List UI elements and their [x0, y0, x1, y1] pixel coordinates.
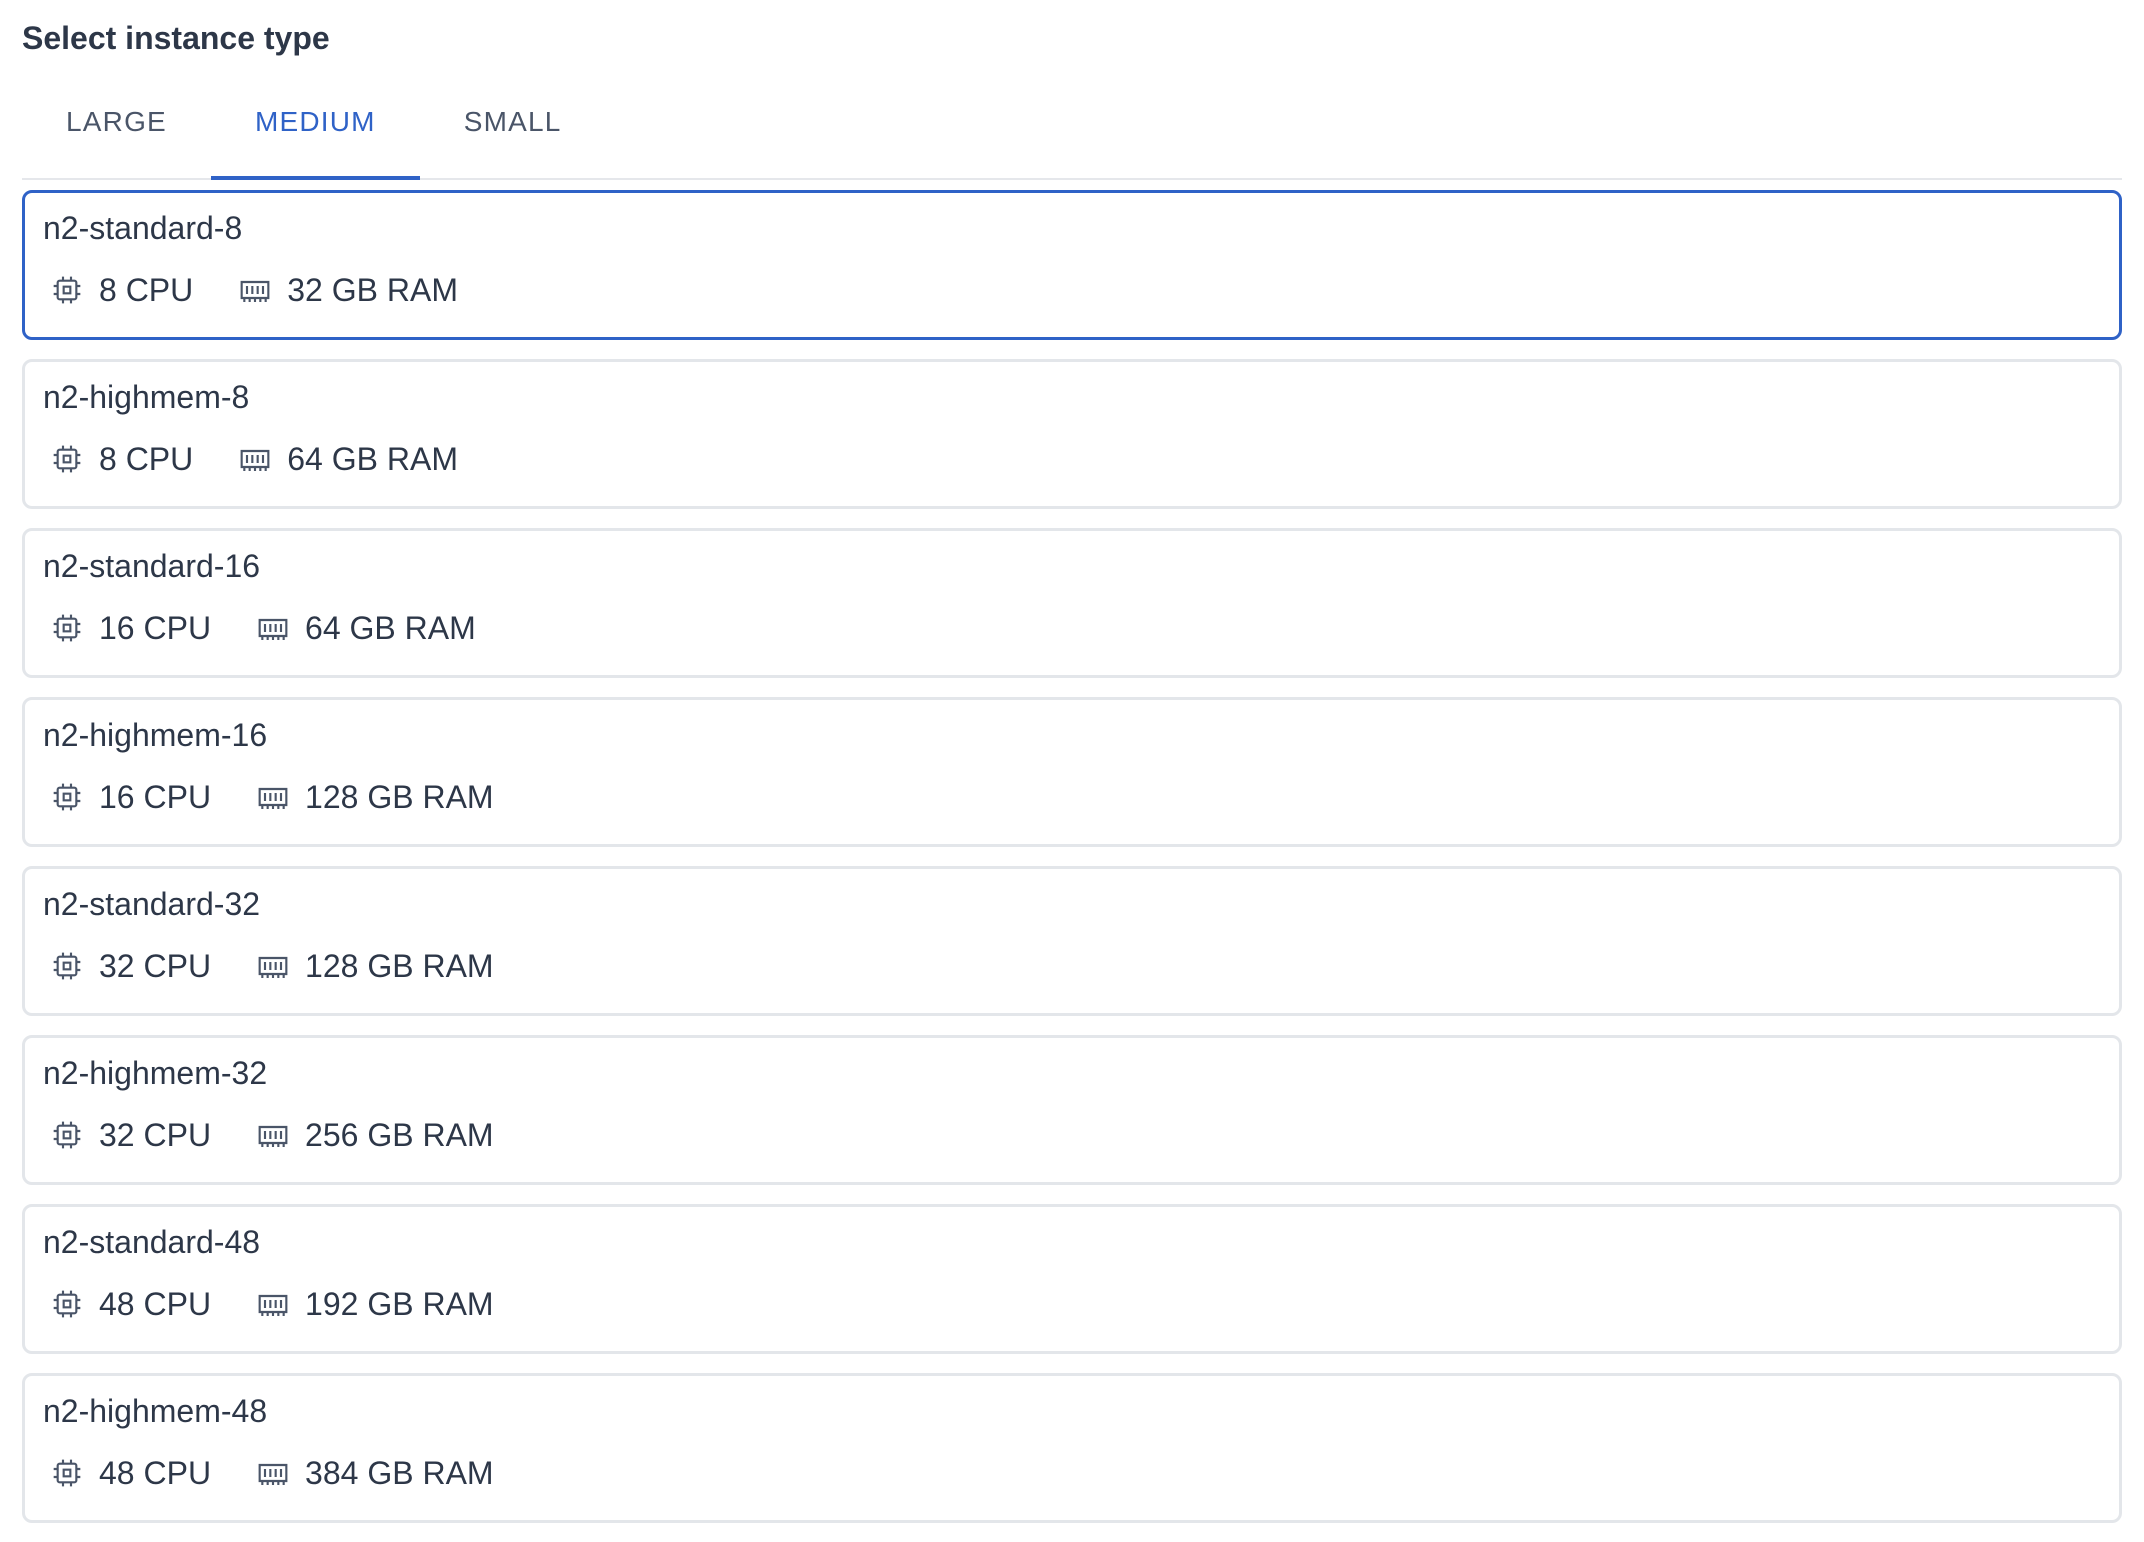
- instance-name: n2-standard-8: [43, 210, 243, 246]
- instance-specs: 32 CPU 128 GB RAM: [43, 945, 2119, 987]
- cpu-icon: [53, 614, 81, 642]
- cpu-count: 16 CPU: [99, 778, 212, 815]
- ram-amount: 128 GB RAM: [305, 778, 494, 815]
- cpu-spec: 16 CPU: [43, 610, 211, 647]
- ram-amount: 64 GB RAM: [305, 609, 476, 646]
- cpu-spec: 8 CPU: [43, 441, 193, 478]
- cpu-spec: 32 CPU: [43, 948, 211, 985]
- instance-list: n2-standard-8 8 CPU 32 GB RAM n2-highmem…: [22, 190, 2122, 1523]
- instance-card[interactable]: n2-standard-16 16 CPU 64 GB RAM: [22, 528, 2122, 678]
- ram-spec: 192 GB RAM: [249, 1286, 494, 1323]
- cpu-count: 32 CPU: [99, 947, 212, 984]
- cpu-count: 32 CPU: [99, 1116, 212, 1153]
- instance-specs: 8 CPU 64 GB RAM: [43, 438, 2119, 480]
- tab-label: SMALL: [463, 106, 562, 137]
- ram-spec: 64 GB RAM: [249, 610, 476, 647]
- cpu-icon: [53, 1459, 81, 1487]
- page-title: Select instance type: [22, 20, 330, 56]
- cpu-spec: 8 CPU: [43, 272, 193, 309]
- cpu-icon: [53, 1290, 81, 1318]
- memory-icon: [240, 449, 270, 471]
- instance-specs: 8 CPU 32 GB RAM: [43, 269, 2119, 311]
- instance-card[interactable]: n2-highmem-32 32 CPU 256 GB RAM: [22, 1035, 2122, 1185]
- cpu-spec: 16 CPU: [43, 779, 211, 816]
- memory-icon: [258, 956, 288, 978]
- tab-label: LARGE: [66, 106, 167, 137]
- ram-amount: 32 GB RAM: [287, 271, 458, 308]
- cpu-spec: 32 CPU: [43, 1117, 211, 1154]
- instance-card[interactable]: n2-standard-32 32 CPU 128 GB RAM: [22, 866, 2122, 1016]
- ram-amount: 192 GB RAM: [305, 1285, 494, 1322]
- cpu-count: 8 CPU: [99, 271, 194, 308]
- ram-spec: 384 GB RAM: [249, 1455, 494, 1492]
- instance-type-selector: Select instance type LARGE MEDIUM SMALL …: [22, 0, 2122, 1542]
- memory-icon: [258, 1125, 288, 1147]
- cpu-spec: 48 CPU: [43, 1286, 211, 1323]
- tab-large[interactable]: LARGE: [22, 102, 211, 178]
- memory-icon: [258, 787, 288, 809]
- ram-amount: 128 GB RAM: [305, 947, 494, 984]
- cpu-count: 48 CPU: [99, 1285, 212, 1322]
- instance-name: n2-standard-48: [43, 1224, 261, 1260]
- instance-specs: 48 CPU 192 GB RAM: [43, 1283, 2119, 1325]
- instance-card[interactable]: n2-highmem-16 16 CPU 128 GB RAM: [22, 697, 2122, 847]
- instance-name: n2-standard-32: [43, 886, 261, 922]
- cpu-icon: [53, 276, 81, 304]
- ram-amount: 256 GB RAM: [305, 1116, 494, 1153]
- tab-medium[interactable]: MEDIUM: [210, 102, 420, 180]
- tab-small[interactable]: SMALL: [420, 102, 606, 178]
- cpu-icon: [53, 445, 81, 473]
- memory-icon: [240, 280, 270, 302]
- ram-spec: 32 GB RAM: [231, 272, 458, 309]
- instance-card[interactable]: n2-standard-8 8 CPU 32 GB RAM: [22, 190, 2122, 340]
- memory-icon: [258, 618, 288, 640]
- ram-spec: 128 GB RAM: [249, 948, 494, 985]
- instance-specs: 16 CPU 64 GB RAM: [43, 607, 2119, 649]
- ram-amount: 64 GB RAM: [287, 440, 458, 477]
- ram-spec: 256 GB RAM: [249, 1117, 494, 1154]
- instance-size-tabs: LARGE MEDIUM SMALL: [22, 102, 2122, 180]
- ram-spec: 64 GB RAM: [231, 441, 458, 478]
- cpu-count: 16 CPU: [99, 609, 212, 646]
- ram-amount: 384 GB RAM: [305, 1454, 494, 1491]
- cpu-icon: [53, 952, 81, 980]
- memory-icon: [258, 1463, 288, 1485]
- instance-name: n2-highmem-48: [43, 1393, 268, 1429]
- instance-name: n2-highmem-16: [43, 717, 268, 753]
- instance-name: n2-standard-16: [43, 548, 261, 584]
- instance-specs: 48 CPU 384 GB RAM: [43, 1452, 2119, 1494]
- instance-specs: 32 CPU 256 GB RAM: [43, 1114, 2119, 1156]
- cpu-icon: [53, 1121, 81, 1149]
- cpu-spec: 48 CPU: [43, 1455, 211, 1492]
- instance-card[interactable]: n2-standard-48 48 CPU 192 GB RAM: [22, 1204, 2122, 1354]
- ram-spec: 128 GB RAM: [249, 779, 494, 816]
- instance-specs: 16 CPU 128 GB RAM: [43, 776, 2119, 818]
- cpu-count: 48 CPU: [99, 1454, 212, 1491]
- memory-icon: [258, 1294, 288, 1316]
- tab-label: MEDIUM: [254, 106, 376, 137]
- cpu-icon: [53, 783, 81, 811]
- instance-card[interactable]: n2-highmem-48 48 CPU 384 GB RAM: [22, 1373, 2122, 1523]
- instance-name: n2-highmem-8: [43, 379, 250, 415]
- instance-name: n2-highmem-32: [43, 1055, 268, 1091]
- cpu-count: 8 CPU: [99, 440, 194, 477]
- instance-card[interactable]: n2-highmem-8 8 CPU 64 GB RAM: [22, 359, 2122, 509]
